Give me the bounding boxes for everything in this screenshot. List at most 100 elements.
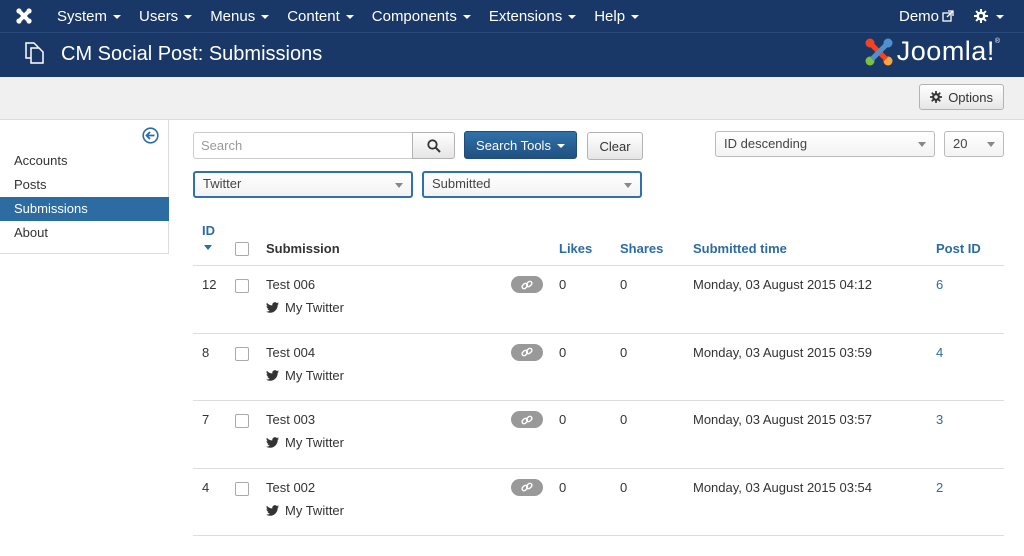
table-row: 4 Test 002 My Twitter 0 0 Monday, 03 Aug… xyxy=(193,469,1004,536)
twitter-icon xyxy=(266,302,279,313)
submissions-table: ID Submission Likes Shares Submitted tim… xyxy=(193,218,1004,536)
ordering-select[interactable]: ID descending xyxy=(715,131,935,157)
options-button[interactable]: Options xyxy=(919,84,1004,110)
clear-button[interactable]: Clear xyxy=(587,132,643,160)
row-checkbox[interactable] xyxy=(235,481,249,496)
twitter-icon xyxy=(266,437,279,448)
column-shares[interactable]: Shares xyxy=(620,241,663,256)
nav-user-label: Demo xyxy=(898,7,939,25)
nav-system[interactable]: System xyxy=(48,0,130,32)
options-label: Options xyxy=(948,89,993,105)
row-id: 4 xyxy=(202,479,210,495)
nav-menus[interactable]: Menus xyxy=(201,0,278,32)
account-filter-select[interactable]: Twitter xyxy=(193,171,413,198)
nav-components-label: Components xyxy=(371,7,457,25)
row-id: 8 xyxy=(202,344,210,360)
row-post-id-link[interactable]: 6 xyxy=(936,277,943,292)
post-link-button[interactable] xyxy=(511,478,543,496)
collapse-sidebar-icon[interactable] xyxy=(142,127,159,144)
nav-menus-label: Menus xyxy=(210,7,256,25)
caret-down-icon xyxy=(345,15,354,19)
state-filter-value: Submitted xyxy=(432,176,491,191)
row-shares: 0 xyxy=(620,479,628,495)
link-icon xyxy=(521,482,533,492)
sort-desc-icon xyxy=(204,245,212,250)
select-all-checkbox[interactable] xyxy=(235,242,249,256)
submission-title: Test 004 xyxy=(266,344,316,360)
row-id: 7 xyxy=(202,412,210,427)
row-likes: 0 xyxy=(559,344,567,360)
submission-title: Test 003 xyxy=(266,412,316,427)
joomla-icon[interactable] xyxy=(0,0,48,32)
sidebar: Accounts Posts Submissions About xyxy=(0,120,169,254)
search-input[interactable] xyxy=(193,132,413,159)
sidebar-item-submissions[interactable]: Submissions xyxy=(0,197,169,221)
settings-menu[interactable] xyxy=(966,9,1024,23)
table-row: 7 Test 003 My Twitter 0 0 Monday, 03 Aug… xyxy=(193,401,1004,469)
row-post-id-link[interactable]: 4 xyxy=(936,345,943,360)
nav-components[interactable]: Components xyxy=(363,0,480,32)
twitter-icon xyxy=(266,369,279,381)
sidebar-item-accounts[interactable]: Accounts xyxy=(0,149,169,173)
submission-account: My Twitter xyxy=(266,368,344,383)
row-shares: 0 xyxy=(620,277,628,292)
brand-name: Joomla! xyxy=(896,36,995,66)
caret-down-icon xyxy=(184,15,193,19)
row-post-id-link[interactable]: 3 xyxy=(936,412,943,427)
nav-content-label: Content xyxy=(287,7,340,25)
account-filter-value: Twitter xyxy=(203,176,242,191)
row-checkbox[interactable] xyxy=(235,414,249,428)
sidebar-item-about[interactable]: About xyxy=(0,221,169,245)
submission-account: My Twitter xyxy=(266,435,344,450)
nav-content[interactable]: Content xyxy=(278,0,363,32)
nav-site-link[interactable]: Demo xyxy=(887,8,966,25)
column-likes[interactable]: Likes xyxy=(559,241,592,256)
row-checkbox[interactable] xyxy=(235,346,249,361)
column-id[interactable]: ID xyxy=(202,223,215,238)
state-filter-select[interactable]: Submitted xyxy=(422,171,642,198)
sidebar-item-posts[interactable]: Posts xyxy=(0,173,169,197)
row-submitted-time: Monday, 03 August 2015 04:12 xyxy=(693,277,873,292)
nav-users[interactable]: Users xyxy=(130,0,201,32)
page-header: CM Social Post: Submissions Joomla! ® xyxy=(0,32,1024,77)
caret-down-icon xyxy=(113,15,122,19)
row-id: 12 xyxy=(202,277,217,292)
caret-down-icon xyxy=(568,15,577,19)
post-link-button[interactable] xyxy=(511,411,543,428)
row-likes: 0 xyxy=(559,277,567,292)
top-navbar: System Users Menus Content Components Ex… xyxy=(0,0,1024,32)
caret-down-icon xyxy=(261,15,270,19)
caret-down-icon xyxy=(556,144,565,148)
account-name: My Twitter xyxy=(285,435,344,450)
column-submitted-time[interactable]: Submitted time xyxy=(693,241,787,256)
account-name: My Twitter xyxy=(285,502,344,518)
nav-extensions-label: Extensions xyxy=(488,7,563,25)
brand-registered: ® xyxy=(994,38,1000,45)
limit-value: 20 xyxy=(953,136,968,151)
post-link-button[interactable] xyxy=(511,276,543,293)
external-link-icon xyxy=(942,10,954,22)
search-tools-button[interactable]: Search Tools xyxy=(464,131,577,159)
post-link-button[interactable] xyxy=(511,343,543,361)
twitter-icon xyxy=(266,504,279,516)
search-button[interactable] xyxy=(412,132,455,159)
caret-down-icon xyxy=(462,15,471,19)
nav-system-label: System xyxy=(57,7,108,25)
gear-icon xyxy=(974,9,988,23)
row-submitted-time: Monday, 03 August 2015 03:57 xyxy=(693,412,873,427)
submission-title: Test 002 xyxy=(266,479,316,495)
search-tools-label: Search Tools xyxy=(476,137,551,153)
column-post-id[interactable]: Post ID xyxy=(936,241,981,256)
gear-icon xyxy=(930,91,943,103)
chevron-down-icon xyxy=(624,183,632,188)
row-shares: 0 xyxy=(620,344,628,360)
row-likes: 0 xyxy=(559,479,567,495)
chevron-down-icon xyxy=(918,142,926,147)
nav-extensions[interactable]: Extensions xyxy=(480,0,585,32)
row-checkbox[interactable] xyxy=(235,279,249,293)
row-post-id-link[interactable]: 2 xyxy=(936,480,943,495)
nav-help[interactable]: Help xyxy=(585,0,648,32)
nav-users-label: Users xyxy=(139,7,179,25)
limit-select[interactable]: 20 xyxy=(944,131,1004,157)
submission-title: Test 006 xyxy=(266,277,316,292)
